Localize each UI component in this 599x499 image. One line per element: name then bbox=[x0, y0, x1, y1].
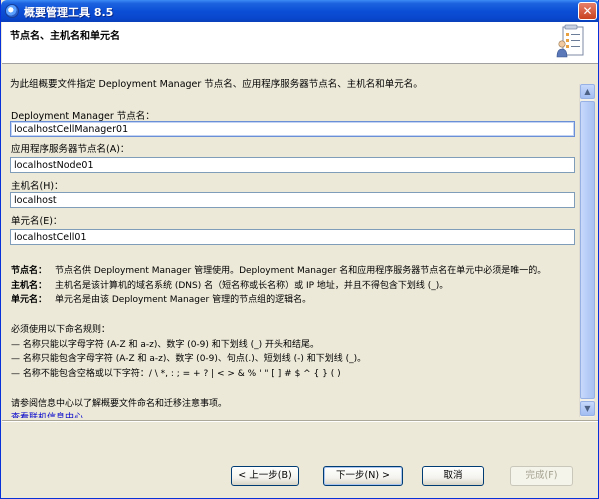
app-node-input[interactable] bbox=[10, 157, 575, 173]
checklist-person-icon bbox=[556, 24, 584, 58]
host-name-label: 主机名(H)： bbox=[11, 181, 64, 192]
page-banner: 节点名、主机名和单元名 bbox=[2, 22, 598, 64]
cell-name-label: 单元名(E)： bbox=[11, 216, 63, 227]
back-button[interactable]: < 上一步(B) bbox=[231, 466, 299, 486]
title-bar[interactable]: 概要管理工具 8.5 ✕ bbox=[1, 0, 599, 22]
vertical-scrollbar[interactable]: ▲ ▼ bbox=[579, 84, 595, 417]
app-node-label: 应用程序服务器节点名(A)： bbox=[11, 144, 130, 155]
footer-separator bbox=[2, 420, 598, 422]
dm-node-label: Deployment Manager 节点名： bbox=[11, 111, 155, 122]
host-name-input[interactable] bbox=[10, 192, 575, 208]
definition-term: 单元名： bbox=[11, 295, 48, 305]
dm-node-input[interactable] bbox=[10, 121, 575, 137]
finish-button[interactable]: 完成(F) bbox=[510, 466, 573, 486]
definition-row: 单元名： 单元名是由该 Deployment Manager 管理的节点组的逻辑名… bbox=[11, 293, 546, 308]
definition-text: 节点名供 Deployment Manager 管理使用。Deployment … bbox=[55, 266, 547, 276]
cancel-button[interactable]: 取消 bbox=[422, 466, 484, 486]
profile-management-window: 概要管理工具 8.5 ✕ 节点名、主机名和单元名 为此组概要文件指定 Deplo… bbox=[0, 0, 599, 499]
scroll-down-button[interactable]: ▼ bbox=[580, 401, 595, 416]
page-title: 节点名、主机名和单元名 bbox=[10, 31, 120, 42]
rule-item: — 名称只能包含字母字符 (A-Z 和 a-z)、数字 (0-9)、句点(.)、… bbox=[11, 354, 367, 364]
scroll-up-button[interactable]: ▲ bbox=[580, 84, 595, 99]
info-center-note: 请参阅信息中心以了解概要文件命名和迁移注意事项。 bbox=[11, 399, 228, 409]
app-globe-icon bbox=[5, 4, 19, 18]
rule-item: — 名称不能包含空格或以下字符：/ \ *, : ; = + ? | < > &… bbox=[11, 368, 341, 379]
rule-item: — 名称只能以字母字符 (A-Z 和 a-z)、数字 (0-9) 和下划线 (_… bbox=[11, 339, 320, 350]
close-button[interactable]: ✕ bbox=[578, 2, 597, 20]
instructions-text: 为此组概要文件指定 Deployment Manager 节点名、应用程序服务器… bbox=[10, 79, 423, 90]
next-button[interactable]: 下一步(N) > bbox=[323, 466, 403, 486]
definition-row: 节点名： 节点名供 Deployment Manager 管理使用。Deploym… bbox=[11, 264, 546, 279]
window-title: 概要管理工具 8.5 bbox=[24, 6, 114, 19]
cell-name-input[interactable] bbox=[10, 229, 575, 245]
content-panel: 为此组概要文件指定 Deployment Manager 节点名、应用程序服务器… bbox=[2, 65, 598, 419]
info-center-link[interactable]: 查看联机信息中心 bbox=[11, 410, 83, 418]
definition-text: 单元名是由该 Deployment Manager 管理的节点组的逻辑名。 bbox=[55, 295, 312, 305]
scroll-thumb[interactable] bbox=[580, 101, 595, 399]
naming-rules: 必须使用以下命名规则： — 名称只能以字母字符 (A-Z 和 a-z)、数字 (… bbox=[11, 323, 366, 381]
rules-heading: 必须使用以下命名规则： bbox=[11, 325, 111, 335]
definition-row: 主机名： 主机名是该计算机的域名系统 (DNS) 名（短名称或长名称）或 IP 地… bbox=[11, 279, 546, 294]
definitions-list: 节点名： 节点名供 Deployment Manager 管理使用。Deploym… bbox=[11, 264, 546, 308]
definition-term: 主机名： bbox=[11, 280, 48, 291]
definition-term: 节点名： bbox=[11, 266, 48, 276]
definition-text: 主机名是该计算机的域名系统 (DNS) 名（短名称或长名称）或 IP 地址，并且… bbox=[55, 280, 449, 291]
